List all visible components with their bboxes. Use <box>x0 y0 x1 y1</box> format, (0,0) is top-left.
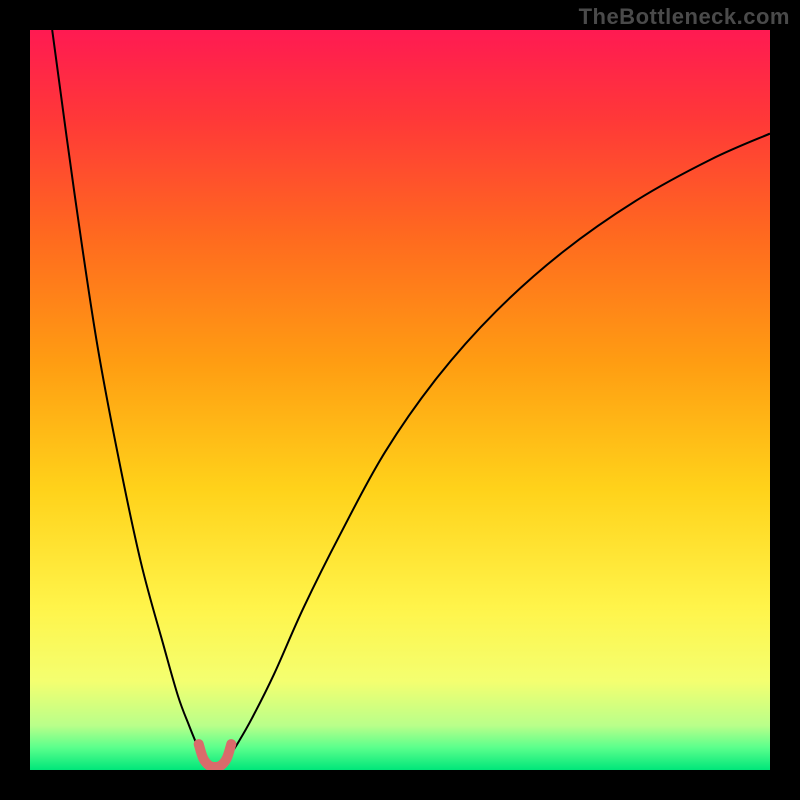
plot-area <box>30 30 770 770</box>
watermark-text: TheBottleneck.com <box>579 4 790 30</box>
gradient-background <box>30 30 770 770</box>
plot-svg <box>30 30 770 770</box>
chart-frame: TheBottleneck.com <box>0 0 800 800</box>
